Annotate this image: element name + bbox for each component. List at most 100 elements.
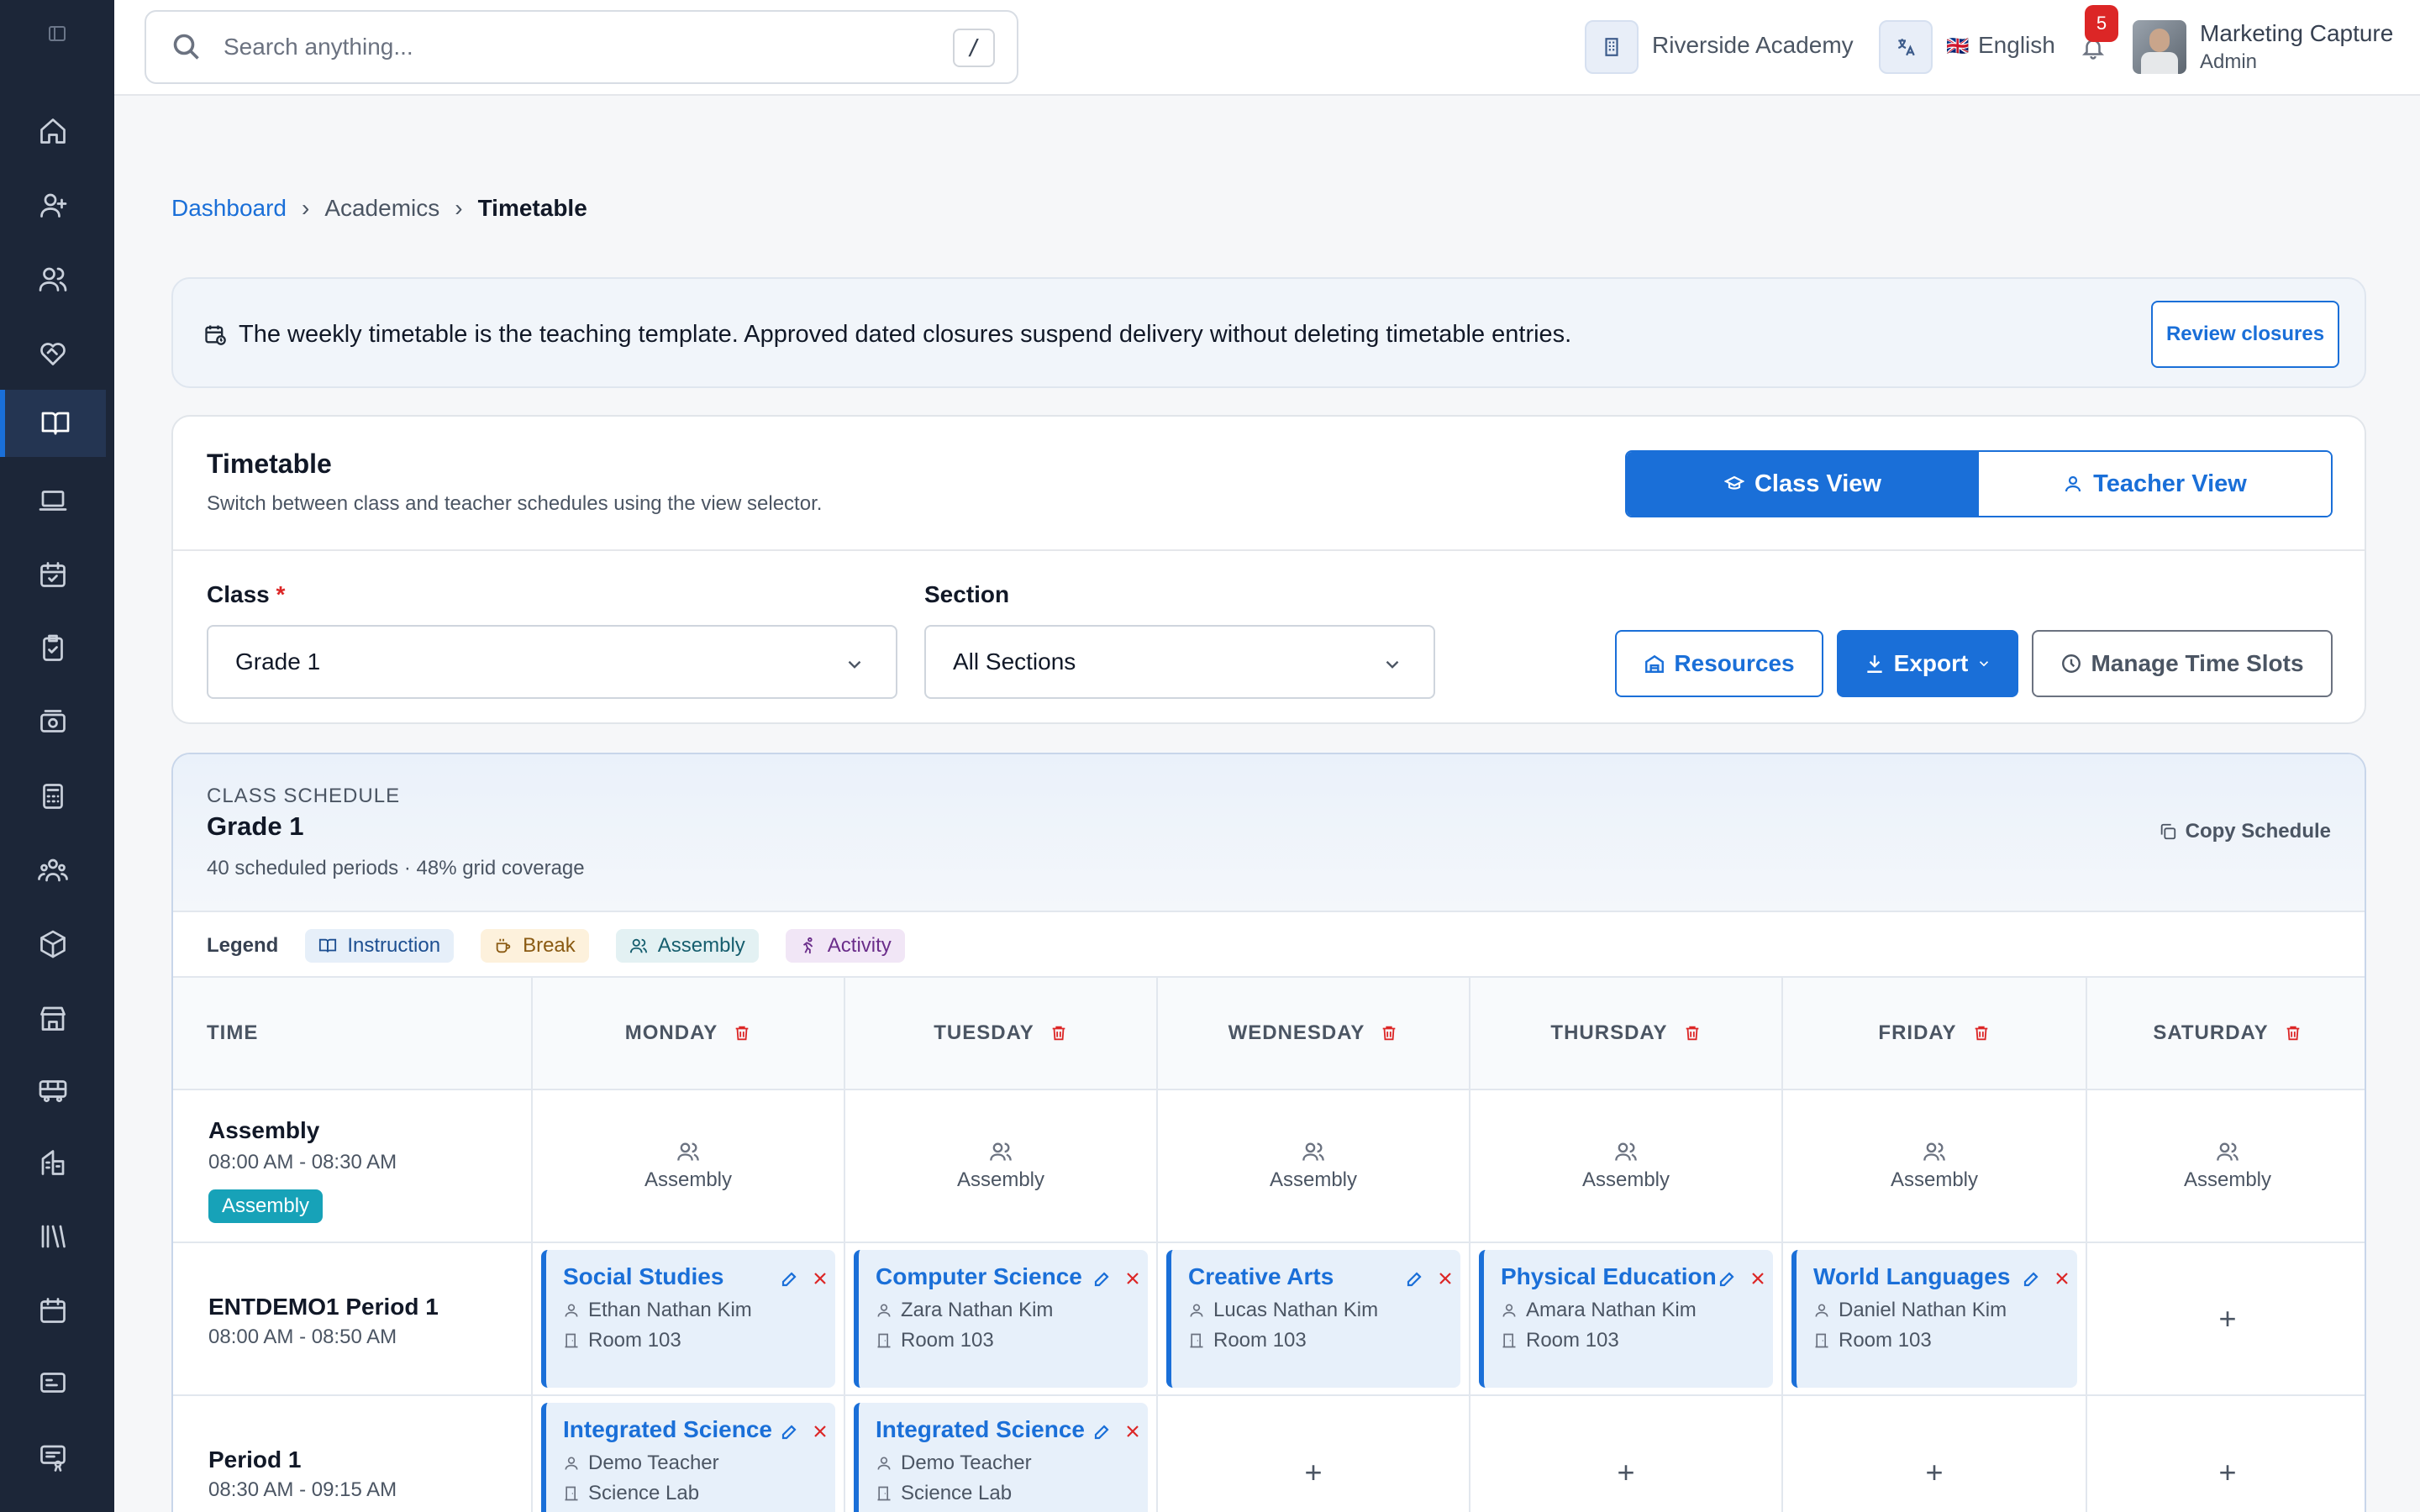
section-select[interactable]: All Sections [924,625,1435,699]
edit-icon[interactable] [780,1268,800,1289]
edit-icon[interactable] [1718,1268,1738,1289]
breadcrumb-dashboard[interactable]: Dashboard [171,195,287,222]
calculator-icon[interactable] [0,763,106,830]
search-input[interactable]: Search anything... / [145,10,1018,84]
language-flag: 🇬🇧 [1946,35,1970,56]
lesson-room: Room 103 [1813,1329,1932,1352]
home-icon[interactable] [0,97,106,165]
assembly-cell: Assembly [1783,1090,2087,1242]
lesson-card[interactable]: Integrated Science Demo Teacher Science … [854,1403,1148,1512]
card-subtitle: Switch between class and teacher schedul… [207,492,823,515]
calendar-icon[interactable] [0,1277,106,1344]
copy-schedule-button[interactable]: Copy Schedule [2159,820,2331,843]
heart-handshake-icon[interactable] [0,319,106,386]
add-period-button[interactable]: + [2087,1396,2365,1512]
delete-x-icon[interactable] [1123,1268,1143,1289]
lesson-subject: Integrated Science [876,1416,1085,1442]
door-icon [565,1486,578,1501]
calendar-check-icon[interactable] [0,541,106,608]
school-building-icon[interactable] [1585,20,1639,74]
teacher-view-button[interactable]: Teacher View [1979,452,2331,516]
legend-title: Legend [207,934,279,957]
period-cell[interactable]: Social Studies Ethan Nathan Kim Room 103 [533,1243,845,1394]
sidebar-toggle-icon[interactable] [47,24,67,44]
trash-icon[interactable] [1380,1024,1398,1042]
time-header-label: TIME [207,1021,259,1044]
assembly-label: Assembly [1269,1168,1358,1191]
users-icon[interactable] [0,245,106,312]
resources-button[interactable]: Resources [1615,630,1823,697]
legend-break: Break [481,929,589,963]
add-period-button[interactable]: + [2087,1243,2365,1394]
lesson-card[interactable]: Computer Science Zara Nathan Kim Room 10… [854,1250,1148,1388]
add-period-button[interactable]: + [1470,1396,1783,1512]
lesson-card[interactable]: Social Studies Ethan Nathan Kim Room 103 [541,1250,835,1388]
lesson-card[interactable]: Physical Education Amara Nathan Kim Room… [1479,1250,1773,1388]
lesson-teacher: Amara Nathan Kim [1501,1299,1697,1322]
language-label[interactable]: English [1978,32,2055,59]
edit-icon[interactable] [2022,1268,2042,1289]
timetable-grid: TIME MONDAY TUESDAY WEDNESDAY THURSDAY F… [173,976,2365,1512]
edit-icon[interactable] [1092,1421,1113,1441]
delete-x-icon[interactable] [1748,1268,1768,1289]
required-mark: * [276,581,286,607]
trash-icon[interactable] [1050,1024,1068,1042]
lesson-card[interactable]: Creative Arts Lucas Nathan Kim Room 103 [1166,1250,1460,1388]
period-cell[interactable]: Computer Science Zara Nathan Kim Room 10… [845,1243,1158,1394]
lesson-card[interactable]: World Languages Daniel Nathan Kim Room 1… [1791,1250,2077,1388]
room-name: Room 103 [901,1329,994,1352]
book-open-icon[interactable] [0,390,106,457]
bus-icon[interactable] [0,1057,106,1124]
clipboard-check-icon[interactable] [0,615,106,682]
translate-icon[interactable] [1879,20,1933,74]
people-group-icon[interactable] [0,837,106,904]
period-cell[interactable]: Physical Education Amara Nathan Kim Room… [1470,1243,1783,1394]
building-icon[interactable] [0,1129,106,1196]
banknote-icon[interactable] [0,689,106,756]
edit-icon[interactable] [780,1421,800,1441]
day-header-wednesday: WEDNESDAY [1158,978,1470,1089]
review-closures-button[interactable]: Review closures [2151,301,2339,368]
delete-x-icon[interactable] [810,1268,830,1289]
store-icon[interactable] [0,984,106,1052]
user-name[interactable]: Marketing Capture [2200,20,2393,47]
section-label: Section [924,581,1010,607]
certificate-icon[interactable] [0,1423,106,1490]
class-select[interactable]: Grade 1 [207,625,897,699]
period-cell[interactable]: Creative Arts Lucas Nathan Kim Room 103 [1158,1243,1470,1394]
class-view-button[interactable]: Class View [1627,452,1979,516]
manage-time-slots-button[interactable]: Manage Time Slots [2032,630,2333,697]
door-icon [565,1333,578,1348]
add-period-button[interactable]: + [1158,1396,1470,1512]
trash-icon[interactable] [2284,1024,2302,1042]
period-cell[interactable]: Integrated Science Demo Teacher Science … [533,1396,845,1512]
trash-icon[interactable] [1972,1024,1991,1042]
user-icon [565,1304,578,1317]
period-cell[interactable]: World Languages Daniel Nathan Kim Room 1… [1783,1243,2087,1394]
school-name[interactable]: Riverside Academy [1652,32,1854,59]
lesson-teacher: Lucas Nathan Kim [1188,1299,1378,1322]
delete-x-icon[interactable] [1123,1421,1143,1441]
avatar[interactable] [2133,20,2186,74]
package-icon[interactable] [0,911,106,978]
edit-icon[interactable] [1405,1268,1425,1289]
trash-icon[interactable] [1683,1024,1702,1042]
breadcrumb-academics[interactable]: Academics [324,195,439,222]
delete-x-icon[interactable] [810,1421,830,1441]
lesson-card[interactable]: Integrated Science Demo Teacher Science … [541,1403,835,1512]
user-role: Admin [2200,50,2258,73]
lesson-subject: Social Studies [563,1263,724,1289]
edit-icon[interactable] [1092,1268,1113,1289]
trash-icon[interactable] [733,1024,751,1042]
period-cell[interactable]: Integrated Science Demo Teacher Science … [845,1396,1158,1512]
delete-x-icon[interactable] [1435,1268,1455,1289]
add-period-button[interactable]: + [1783,1396,2087,1512]
delete-x-icon[interactable] [2052,1268,2072,1289]
library-icon[interactable] [0,1203,106,1270]
user-plus-icon[interactable] [0,171,106,239]
laptop-icon[interactable] [0,467,106,534]
id-card-icon[interactable] [0,1349,106,1416]
time-slot-cell: Assembly 08:00 AM - 08:30 AM Assembly [173,1090,533,1242]
day-label: SATURDAY [2153,1021,2269,1044]
export-button[interactable]: Export [1837,630,2018,697]
